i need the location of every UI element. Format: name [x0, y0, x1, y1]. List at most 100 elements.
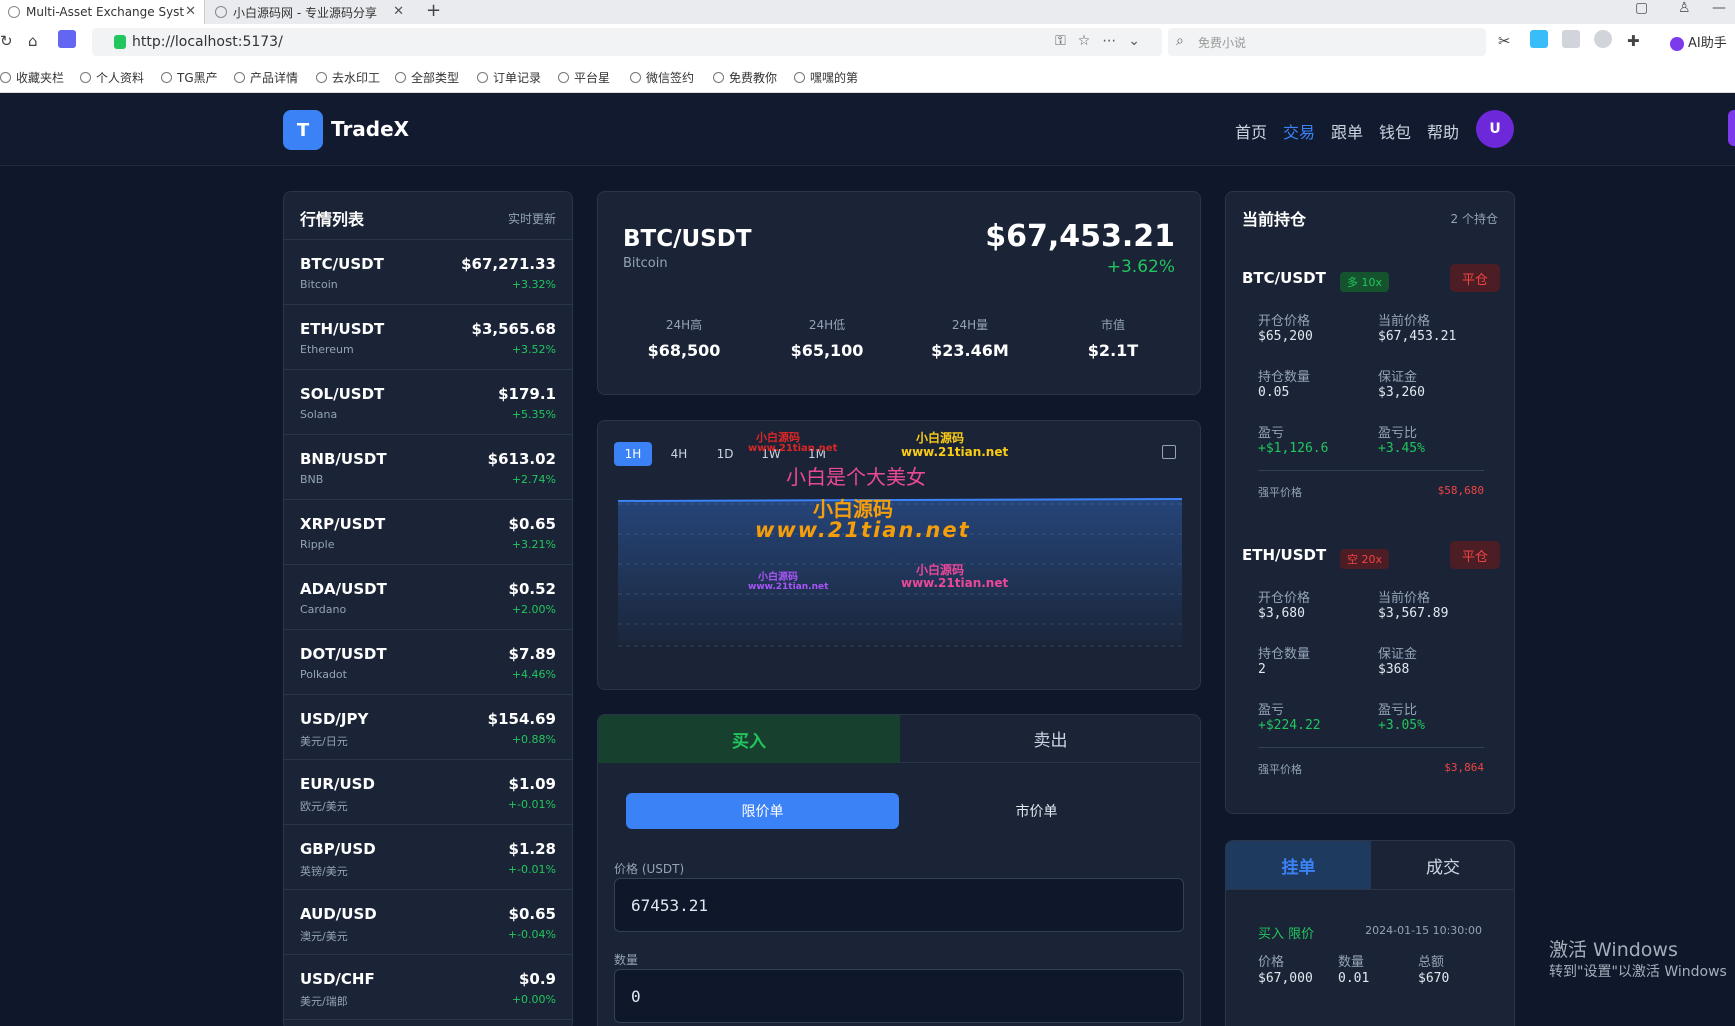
market-symbol: XRP/USDT [300, 515, 386, 533]
extensions-icon[interactable]: ✚ [1627, 32, 1640, 50]
limit-order-button[interactable]: 限价单 [626, 793, 899, 829]
chart-settings-icon[interactable] [1162, 445, 1176, 459]
close-position-button[interactable]: 平仓 [1450, 264, 1500, 292]
market-row[interactable]: DOT/USDT Polkadot $7.89 +4.46% [284, 630, 572, 695]
market-row[interactable]: USD/CHF 美元/瑞郎 $0.9 +0.00% [284, 955, 572, 1020]
divider [1258, 747, 1484, 748]
scissors-icon[interactable]: ✂ [1498, 32, 1511, 50]
market-list-panel: 行情列表 实时更新 BTC/USDT Bitcoin $67,271.33 +3.32… [283, 191, 573, 1026]
stat-high: 24H高 $68,500 [614, 316, 754, 360]
browser-tab[interactable]: 小白源码网 - 专业源码分享 ✕ [207, 0, 412, 24]
logo-icon[interactable]: T [283, 110, 323, 150]
market-row[interactable]: BNB/USDT BNB $613.02 +2.74% [284, 435, 572, 500]
margin: $368 [1378, 662, 1410, 677]
globe-icon [234, 72, 245, 83]
market-row[interactable]: USD/JPY 美元/日元 $154.69 +0.88% [284, 695, 572, 760]
watermark-text: www.21tian.net [755, 518, 971, 542]
buy-tab[interactable]: 买入 [598, 715, 900, 763]
shirt-icon[interactable]: ♙ [1678, 0, 1691, 16]
browser-tab-active[interactable]: Multi-Asset Exchange Syst ✕ [0, 0, 205, 24]
live-update-label: 实时更新 [507, 212, 556, 226]
tab-filled-orders[interactable]: 成交 [1371, 841, 1514, 889]
close-position-button[interactable]: 平仓 [1450, 541, 1500, 569]
watermark-text: www.21tian.net [748, 443, 838, 454]
market-row[interactable]: EUR/USD 欧元/美元 $1.09 +-0.01% [284, 760, 572, 825]
bookmark-item[interactable]: 微信签约 [630, 69, 694, 86]
bookmark-item[interactable]: 全部类型 [395, 69, 459, 86]
stat-value: $23.46M [931, 341, 1009, 360]
browser-search-input[interactable]: ⌕ 免费小说 [1168, 28, 1486, 56]
ai-assistant-icon [1670, 36, 1684, 51]
bookmark-item[interactable]: 产品详情 [234, 69, 298, 86]
leverage-badge: 空 20x [1340, 549, 1390, 569]
nav-copytrade[interactable]: 跟单 [1331, 119, 1363, 143]
reader-icon[interactable] [1562, 30, 1580, 48]
home-icon[interactable]: ⌂ [28, 32, 38, 50]
stamp-icon [316, 72, 327, 83]
tab-open-orders[interactable]: 挂单 [1226, 841, 1371, 889]
bookmark-item[interactable]: 去水印工 [316, 69, 380, 86]
bookmark-item[interactable]: 免费教你 [713, 69, 777, 86]
market-row[interactable]: XRP/USDT Ripple $0.65 +3.21% [284, 500, 572, 565]
reload-icon[interactable]: ↻ [0, 32, 13, 50]
adblock-icon[interactable] [1594, 30, 1612, 48]
ai-assistant-button[interactable]: AI助手 [1670, 32, 1727, 51]
nav-trade[interactable]: 交易 [1283, 119, 1315, 143]
tab-list-icon[interactable]: ▢ [1635, 0, 1648, 16]
market-order-button[interactable]: 市价单 [900, 793, 1173, 829]
stat-label: 24H低 [808, 318, 846, 332]
market-price: $67,271.33 [461, 255, 556, 273]
market-price: $7.89 [508, 645, 556, 663]
edge-button[interactable] [1728, 110, 1735, 146]
order-qty: 0.01 [1338, 971, 1370, 986]
ai-icon[interactable] [58, 30, 76, 48]
watermark-text: www.21tian.net [901, 576, 1009, 590]
market-row[interactable]: AUD/USD 澳元/美元 $0.65 +-0.04% [284, 890, 572, 955]
bookmark-item[interactable]: 订单记录 [477, 69, 541, 86]
interval-1d[interactable]: 1D [706, 442, 744, 466]
watermark-text: www.21tian.net [901, 445, 1009, 459]
minimize-icon[interactable]: — [1712, 0, 1726, 16]
order-total: $670 [1418, 971, 1450, 986]
interval-1h[interactable]: 1H [614, 442, 652, 466]
price-chart-panel: 1H 4H 1D 1W 1M 小白源码 www.21tian.net 小白源码 … [597, 420, 1201, 690]
address-tools[interactable]: ⚿☆⋯⌄ [1055, 33, 1152, 49]
pnl: +$224.22 [1258, 718, 1321, 733]
order-time: 2024-01-15 10:30:00 [1365, 924, 1482, 937]
divider [1226, 889, 1514, 890]
close-tab-icon[interactable]: ✕ [393, 4, 404, 19]
sell-tab[interactable]: 卖出 [900, 715, 1200, 763]
address-bar-row: ↻ ⌂ http://localhost:5173/ ⚿☆⋯⌄ ⌕ 免费小说 ✂… [0, 24, 1735, 60]
market-change: +2.00% [511, 603, 556, 616]
bookmark-item[interactable]: TG黑产 [161, 69, 218, 86]
price-input[interactable]: 67453.21 [614, 878, 1184, 932]
market-row[interactable]: ADA/USDT Cardano $0.52 +2.00% [284, 565, 572, 630]
position-symbol: BTC/USDT [1242, 269, 1326, 287]
nav-help[interactable]: 帮助 [1427, 119, 1459, 143]
url-field[interactable]: http://localhost:5173/ ⚿☆⋯⌄ [92, 28, 1162, 56]
order-side: 买入 限价 [1258, 927, 1315, 942]
avatar[interactable]: U [1476, 110, 1514, 148]
market-row[interactable]: BTC/USDT Bitcoin $67,271.33 +3.32% [284, 240, 572, 305]
market-row[interactable]: SOL/USDT Solana $179.1 +5.35% [284, 370, 572, 435]
market-change: +3.21% [511, 538, 556, 551]
market-row[interactable]: GBP/USD 英镑/美元 $1.28 +-0.01% [284, 825, 572, 890]
close-tab-icon[interactable]: ✕ [185, 4, 196, 19]
new-tab-button[interactable]: + [426, 0, 441, 21]
quantity-input[interactable]: 0 [614, 969, 1184, 1023]
bookmark-item[interactable]: 个人资料 [80, 69, 144, 86]
nav-wallet[interactable]: 钱包 [1379, 119, 1411, 143]
interval-4h[interactable]: 4H [660, 442, 698, 466]
quantity-label: 持仓数量 [1258, 647, 1311, 662]
bookmark-item[interactable]: 嘿嘿的第 [794, 69, 858, 86]
stat-label: 市值 [1100, 318, 1125, 332]
k-icon [395, 72, 406, 83]
bookmark-item[interactable]: 收藏夹栏 [0, 69, 64, 86]
brand-name[interactable]: TradeX [331, 117, 409, 141]
bookmark-item[interactable]: 平台星 [558, 69, 610, 86]
market-row[interactable]: ETH/USDT Ethereum $3,565.68 +3.52% [284, 305, 572, 370]
translate-icon[interactable] [1530, 30, 1548, 48]
liquidation-price: $58,680 [1437, 484, 1484, 497]
liquidation-price: $3,864 [1444, 761, 1484, 774]
nav-home[interactable]: 首页 [1235, 119, 1267, 143]
